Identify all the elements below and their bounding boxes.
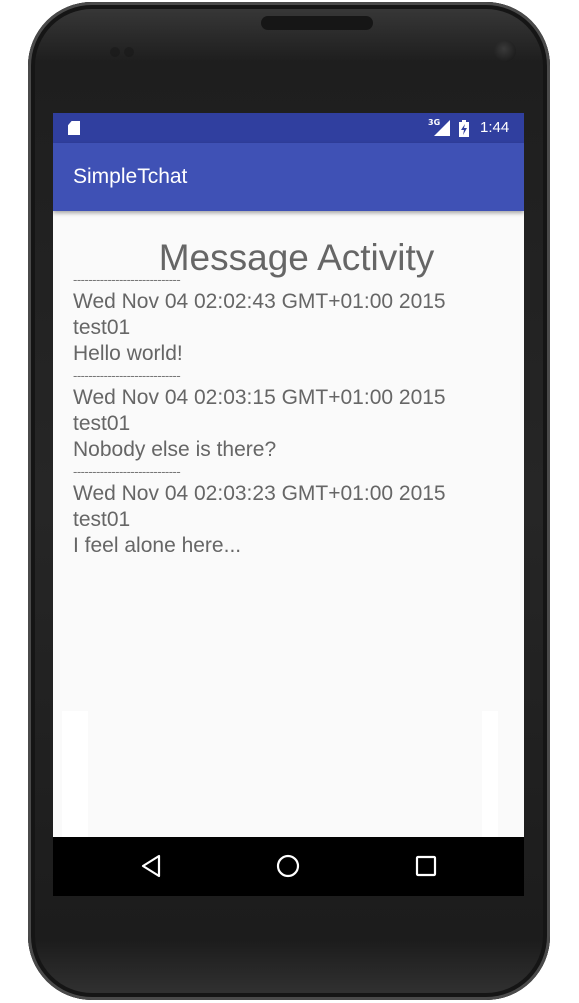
network-type-label: 3G	[428, 118, 441, 127]
front-camera-icon	[494, 40, 516, 62]
message-item: ---------------------------- Wed Nov 04 …	[73, 463, 513, 559]
message-text: I feel alone here...	[73, 534, 242, 557]
message-divider: ----------------------------	[73, 368, 181, 383]
message-user: test01	[73, 316, 131, 339]
sd-card-icon	[68, 121, 80, 135]
message-item: ---------------------------- Wed Nov 04 …	[73, 271, 513, 367]
recents-square-icon[interactable]	[411, 851, 441, 881]
message-user: test01	[73, 508, 131, 531]
status-bar: 3G 1:44	[53, 113, 524, 143]
home-circle-icon[interactable]	[273, 851, 303, 881]
message-text: Hello world!	[73, 342, 183, 365]
app-title: SimpleTchat	[73, 165, 188, 188]
back-triangle-icon[interactable]	[137, 851, 167, 881]
navigation-bar	[53, 837, 524, 896]
message-text: Nobody else is there?	[73, 438, 277, 461]
device-screen: 3G 1:44 SimpleTchat Message Activity ---…	[53, 113, 524, 896]
message-item: ---------------------------- Wed Nov 04 …	[73, 367, 513, 463]
message-list: ---------------------------- Wed Nov 04 …	[73, 271, 513, 559]
battery-charging-icon	[459, 120, 469, 137]
status-clock: 1:44	[480, 119, 510, 136]
message-date: Wed Nov 04 02:03:23 GMT+01:00 2015	[73, 482, 446, 505]
message-date: Wed Nov 04 02:03:15 GMT+01:00 2015	[73, 386, 446, 409]
message-divider: ----------------------------	[73, 464, 181, 479]
message-user: test01	[73, 412, 131, 435]
message-date: Wed Nov 04 02:02:43 GMT+01:00 2015	[73, 290, 446, 313]
message-divider: ----------------------------	[73, 272, 181, 287]
app-toolbar: SimpleTchat	[53, 143, 524, 211]
proximity-sensor	[110, 42, 140, 57]
earpiece-speaker	[261, 16, 373, 30]
